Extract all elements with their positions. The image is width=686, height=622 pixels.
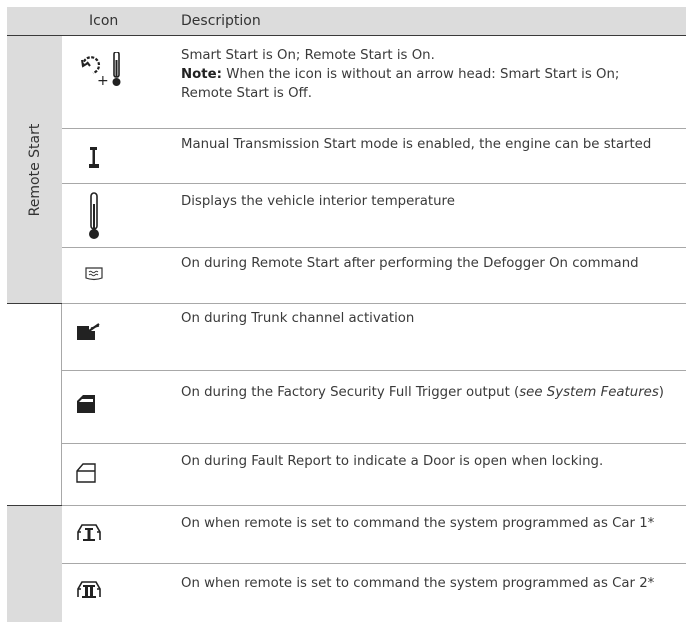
remote-start-group: Remote Start: [7, 36, 62, 303]
row-description: Manual Transmission Start mode is enable…: [181, 137, 652, 152]
closing-paren: ): [658, 385, 664, 400]
table-row: On when remote is set to command the sys…: [62, 506, 686, 564]
security-group: [7, 303, 62, 505]
system-features-reference: see System Features: [519, 385, 659, 400]
row-description: Smart Start is On; Remote Start is On. N…: [181, 46, 674, 103]
note-paragraph: Note: When the icon is without an arrow …: [181, 65, 674, 103]
car-select-group: [7, 505, 62, 622]
table-row: On during the Factory Security Full Trig…: [62, 371, 686, 444]
note-text: When the icon is without an arrow head: …: [181, 67, 620, 101]
row-description: On during the Factory Security Full Trig…: [181, 383, 674, 402]
row-description: On during Remote Start after performing …: [181, 256, 639, 271]
table-row: + Smart Start is On; Remote Start is On.…: [62, 36, 686, 129]
row-description: On during Fault Report to indicate a Doo…: [181, 454, 604, 469]
row-description: On during Trunk channel activation: [181, 311, 415, 326]
factory-security-text: On during the Factory Security Full Trig…: [181, 385, 520, 400]
table-row: On during Fault Report to indicate a Doo…: [62, 444, 686, 506]
table-row: Displays the vehicle interior temperatur…: [62, 184, 686, 248]
table-row: On when remote is set to command the sys…: [62, 564, 686, 622]
row-description: On when remote is set to command the sys…: [181, 516, 655, 531]
plus-sign: +: [97, 73, 109, 89]
description-column-header: Description: [181, 13, 261, 29]
row-description: On when remote is set to command the sys…: [181, 576, 655, 591]
smart-start-text: Smart Start is On; Remote Start is On.: [181, 48, 435, 63]
table-row: On during Remote Start after performing …: [62, 248, 686, 304]
note-label: Note:: [181, 67, 222, 82]
row-description: Displays the vehicle interior temperatur…: [181, 194, 455, 209]
icon-column-header: Icon: [89, 13, 119, 29]
icon-description-table: Icon Description Remote Start + Smart St…: [0, 0, 686, 622]
table-row: Manual Transmission Start mode is enable…: [62, 129, 686, 184]
table-header: Icon Description: [7, 7, 686, 36]
table-row: On during Trunk channel activation: [62, 304, 686, 371]
remote-start-group-label: Remote Start: [26, 123, 43, 216]
